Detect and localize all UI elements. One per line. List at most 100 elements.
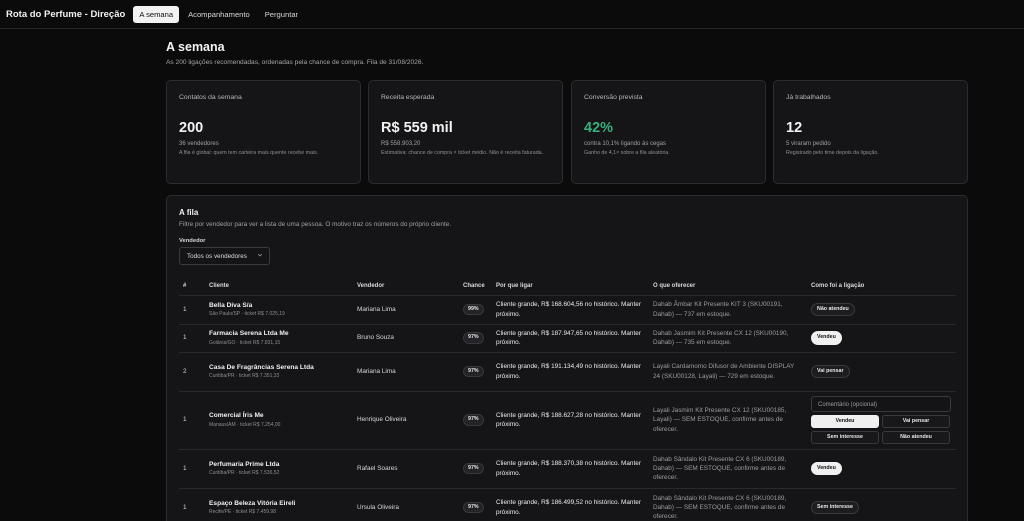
offer-suggestion: Dahab Âmbar Kit Presente KIT 3 (SKU00191…	[649, 295, 807, 325]
offer-suggestion: Layali Jasmim Kit Presente CX 12 (SKU001…	[649, 391, 807, 450]
offer-suggestion: Dahab Sândalo Kit Presente CX 6 (SKU0018…	[649, 449, 807, 489]
status-badge: Vai pensar	[811, 364, 850, 379]
comment-input[interactable]: Comentário (opcional)	[811, 396, 951, 412]
card-note: R$ 558.903,20	[381, 141, 421, 147]
seller-filter-select[interactable]: Todos os vendedores	[179, 247, 270, 265]
page-subtitle: As 200 ligações recomendadas, ordenadas …	[166, 59, 424, 66]
card-value: 200	[179, 120, 204, 136]
card-receita: Receita esperada R$ 559 mil R$ 558.903,2…	[368, 80, 563, 184]
table-row: 1 Farmacia Serena Ltda Me Goiânia/GO · ti…	[179, 324, 956, 353]
card-label: Receita esperada	[381, 94, 435, 101]
table-header-row: # Cliente Vendedor Chance Por que ligar …	[179, 278, 956, 296]
queue-panel: A fila Filtre por vendedor para ver a li…	[166, 195, 968, 521]
column-header-offer: O que oferecer	[649, 278, 807, 296]
client-meta: Curitiba/PR · ticket R$ 7.351,33	[209, 373, 280, 380]
client-meta: Curitiba/PR · ticket R$ 7.536,52	[209, 470, 280, 477]
client-meta: Goiânia/GO · ticket R$ 7.831,15	[209, 339, 281, 346]
card-label: Contatos da semana	[179, 94, 242, 101]
row-rank: 2	[179, 352, 205, 392]
call-result-cell: Vai pensar	[807, 352, 956, 392]
column-header-reason: Por que ligar	[492, 278, 649, 296]
chance-cell: 97%	[459, 391, 492, 450]
card-value: 12	[786, 120, 803, 136]
sold-button[interactable]: Vendeu	[811, 415, 879, 428]
client-name: Espaço Beleza Vitória Eireli	[209, 499, 296, 507]
offer-suggestion: Dahab Sândalo Kit Presente CX 6 (SKU0018…	[649, 488, 807, 521]
chance-cell: 97%	[459, 324, 492, 353]
client-meta: Recife/PE · ticket R$ 7.459,98	[209, 509, 276, 516]
seller-name: Henrique Oliveira	[353, 391, 459, 450]
call-reason: Cliente grande, R$ 168.604,56 no históri…	[492, 295, 649, 325]
client-cell: Casa De Fragrâncias Serena Ltda Curitiba/…	[205, 352, 353, 392]
top-nav-bar: Rota do Perfume - Direção A semana Acomp…	[0, 0, 1024, 29]
call-result-cell: Comentário (opcional) Vendeu Vai pensar …	[807, 391, 956, 450]
tab-a-semana[interactable]: A semana	[133, 5, 180, 23]
chance-badge: 97%	[463, 414, 484, 426]
chance-badge: 97%	[463, 462, 484, 475]
card-description: A fila é global: quem tem carteira mais …	[179, 150, 319, 156]
call-result-cell: Vendeu	[807, 449, 956, 489]
client-name: Comercial Íris Me	[209, 412, 264, 420]
card-description: Registrado pelo time depois da ligação.	[786, 150, 879, 156]
call-result-cell: Vendeu	[807, 324, 956, 353]
client-cell: Espaço Beleza Vitória Eireli Recife/PE · …	[205, 488, 353, 521]
client-name: Perfumaria Prime Ltda	[209, 460, 280, 468]
card-note: contra 10,1% ligando às cegas	[584, 141, 667, 147]
seller-name: Bruno Souza	[353, 324, 459, 353]
client-name: Farmacia Serena Ltda Me	[209, 330, 289, 338]
will-think-button[interactable]: Vai pensar	[882, 415, 950, 428]
row-rank: 1	[179, 449, 205, 489]
status-badge: Sem interesse	[811, 500, 859, 515]
row-rank: 1	[179, 391, 205, 450]
client-name: Bella Diva S/a	[209, 301, 253, 309]
call-reason: Cliente grande, R$ 188.370,38 no históri…	[492, 449, 649, 489]
tab-perguntar[interactable]: Perguntar	[259, 6, 304, 23]
chance-cell: 97%	[459, 488, 492, 521]
card-label: Conversão prevista	[584, 94, 643, 101]
seller-filter-label: Vendedor	[179, 238, 206, 244]
app-title: Rota do Perfume - Direção	[6, 8, 126, 20]
table-row: 1 Comercial Íris Me Manaus/AM · ticket R$…	[179, 391, 956, 450]
call-reason: Cliente grande, R$ 186.499,52 no históri…	[492, 488, 649, 521]
queue-table: # Cliente Vendedor Chance Por que ligar …	[179, 278, 956, 521]
client-meta: Manaus/AM · ticket R$ 7.254,00	[209, 421, 281, 428]
call-result-buttons: Vendeu Vai pensar Sem interesse Não aten…	[811, 415, 952, 444]
seller-name: Rafael Soares	[353, 449, 459, 489]
seller-name: Mariana Lima	[353, 352, 459, 392]
seller-name: Mariana Lima	[353, 295, 459, 325]
call-result-cell: Não atendeu	[807, 295, 956, 325]
chance-badge: 97%	[463, 332, 484, 344]
column-header-client: Cliente	[205, 278, 353, 296]
row-rank: 1	[179, 324, 205, 353]
card-note: 36 vendedores	[179, 141, 219, 147]
card-conversao: Conversão prevista 42% contra 10,1% liga…	[571, 80, 766, 184]
table-row: 1 Perfumaria Prime Ltda Curitiba/PR · tic…	[179, 449, 956, 489]
card-label: Já trabalhados	[786, 94, 831, 101]
chance-cell: 97%	[459, 352, 492, 392]
tab-acompanhamento[interactable]: Acompanhamento	[182, 6, 256, 23]
chevron-down-icon	[257, 253, 263, 257]
queue-title: A fila	[179, 208, 199, 217]
column-header-seller: Vendedor	[353, 278, 459, 296]
call-result-cell: Sem interesse	[807, 488, 956, 521]
table-row: 2 Casa De Fragrâncias Serena Ltda Curitib…	[179, 352, 956, 392]
seller-name: Ursula Oliveira	[353, 488, 459, 521]
queue-subtitle: Filtre por vendedor para ver a lista de …	[179, 221, 452, 228]
card-value: R$ 559 mil	[381, 120, 453, 136]
chance-cell: 99%	[459, 295, 492, 325]
status-badge: Vendeu	[811, 331, 842, 345]
seller-filter-value: Todos os vendedores	[187, 253, 247, 260]
chance-cell: 97%	[459, 449, 492, 489]
no-answer-button[interactable]: Não atendeu	[882, 431, 950, 444]
no-interest-button[interactable]: Sem interesse	[811, 431, 879, 444]
chance-badge: 99%	[463, 303, 484, 316]
client-name: Casa De Fragrâncias Serena Ltda	[209, 363, 314, 371]
summary-cards: Contatos da semana 200 36 vendedores A f…	[166, 80, 968, 184]
column-header-chance: Chance	[459, 278, 492, 296]
row-rank: 1	[179, 295, 205, 325]
client-cell: Comercial Íris Me Manaus/AM · ticket R$ 7…	[205, 391, 353, 450]
call-reason: Cliente grande, R$ 191.134,49 no históri…	[492, 352, 649, 392]
offer-suggestion: Dahab Jasmim Kit Presente CX 12 (SKU0019…	[649, 324, 807, 353]
table-row: 1 Espaço Beleza Vitória Eireli Recife/PE …	[179, 488, 956, 521]
chance-badge: 97%	[463, 501, 484, 514]
